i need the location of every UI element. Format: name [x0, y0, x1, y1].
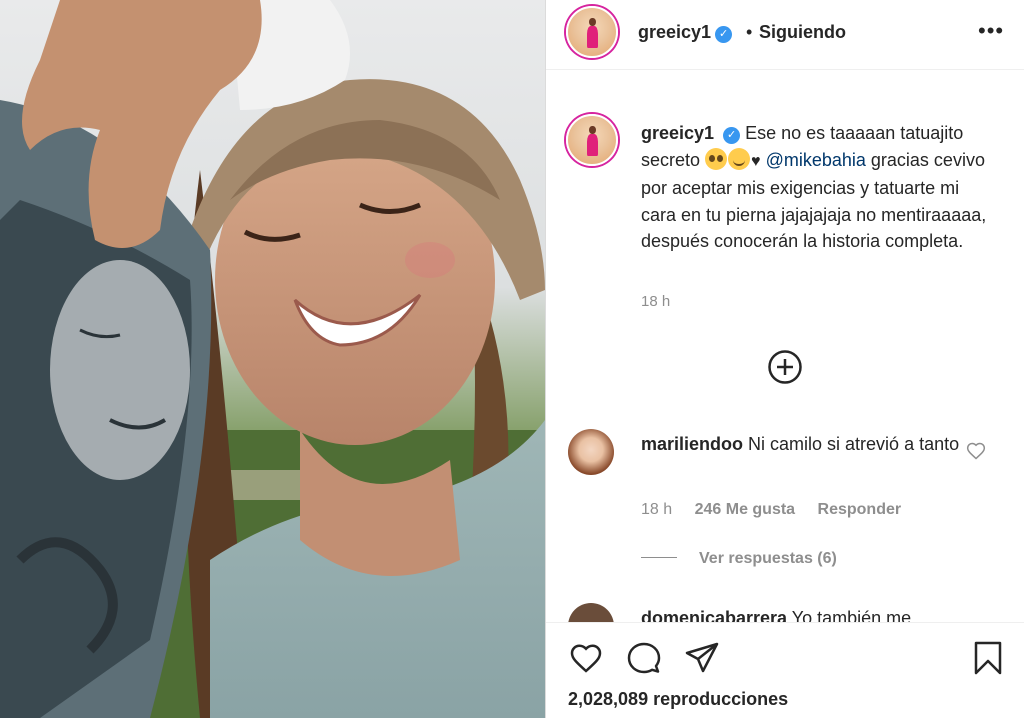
- separator-dot: •: [746, 22, 753, 42]
- video-frame-illustration: [0, 0, 545, 718]
- comment-text: domenicabarrera Yo también me: [641, 608, 911, 622]
- comment-like-count[interactable]: 246 Me gusta: [695, 501, 795, 518]
- post-action-bar: 2,028,089 reproducciones: [546, 622, 1024, 718]
- commenter-avatar[interactable]: [568, 429, 614, 475]
- caption-author-avatar[interactable]: [566, 114, 618, 166]
- caption-verified-badge-icon: ✓: [723, 127, 741, 144]
- author-avatar[interactable]: [566, 6, 618, 58]
- caption-mention-link[interactable]: @mikebahia: [766, 150, 866, 170]
- comment-like-heart-icon[interactable]: [966, 441, 986, 461]
- post-details-panel: greeicy1 ✓ • Siguiendo ••• greeicy1 ✓ Ese…: [546, 0, 1024, 718]
- heart-emoji-icon: ♥: [751, 152, 761, 170]
- comment-body: Ni camilo si atrevió a tanto: [748, 434, 960, 454]
- bookmark-icon[interactable]: [970, 640, 1006, 676]
- view-replies-label[interactable]: Ver respuestas (6): [699, 550, 837, 567]
- verified-badge-icon: ✓: [715, 26, 733, 43]
- comment-text: mariliendoo Ni camilo si atrevió a tanto: [641, 431, 961, 457]
- post-video[interactable]: [0, 0, 545, 718]
- post-header: greeicy1 ✓ • Siguiendo •••: [546, 0, 1024, 70]
- load-more-comments-icon[interactable]: [767, 349, 803, 385]
- commenter-avatar[interactable]: [568, 603, 614, 622]
- view-replies-button[interactable]: Ver respuestas (6): [641, 550, 837, 568]
- comment-meta: 18 h 246 Me gusta Responder: [641, 501, 919, 519]
- commenter-username[interactable]: mariliendoo: [641, 434, 743, 454]
- commenter-username[interactable]: domenicabarrera: [641, 608, 787, 622]
- more-options-icon[interactable]: •••: [978, 18, 1004, 44]
- comment-timestamp[interactable]: 18 h: [641, 501, 672, 518]
- replies-line-divider: [641, 557, 677, 558]
- pleading-face-emoji-icon: [705, 147, 728, 170]
- smiling-face-emoji-icon: [728, 147, 751, 170]
- caption-username[interactable]: greeicy1: [641, 123, 714, 143]
- reply-button[interactable]: Responder: [818, 501, 902, 518]
- comment-item: domenicabarrera Yo también me: [546, 600, 1024, 622]
- share-icon[interactable]: [684, 640, 720, 676]
- caption-text: greeicy1 ✓ Ese no es taaaaan tatuajito s…: [641, 120, 991, 255]
- following-button[interactable]: Siguiendo: [759, 22, 846, 43]
- caption-timestamp[interactable]: 18 h: [641, 293, 670, 310]
- comment-icon[interactable]: [626, 640, 662, 676]
- view-count[interactable]: 2,028,089 reproducciones: [568, 689, 788, 710]
- comment-body: Yo también me: [791, 608, 912, 622]
- author-username[interactable]: greeicy1 ✓: [638, 22, 733, 43]
- heart-icon[interactable]: [568, 640, 604, 676]
